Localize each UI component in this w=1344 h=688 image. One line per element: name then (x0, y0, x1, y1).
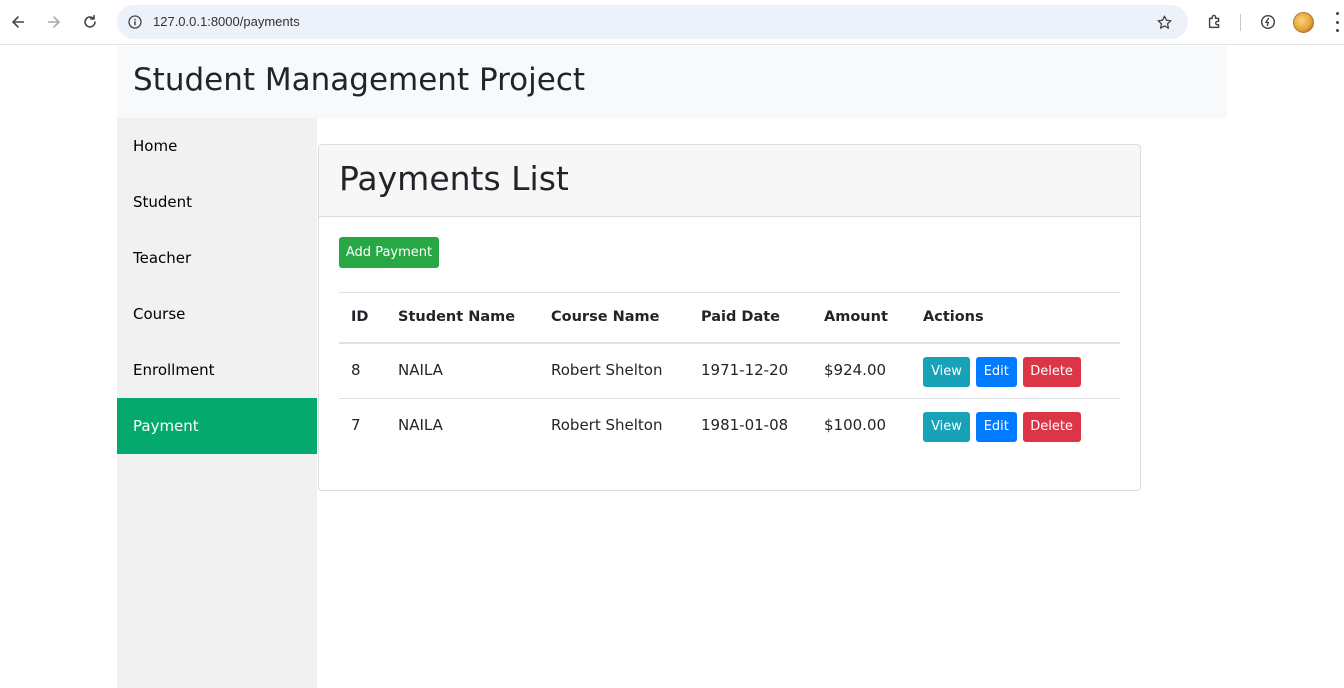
cell-amount: $924.00 (812, 342, 911, 399)
browser-menu-icon[interactable] (1334, 12, 1340, 32)
site-title: Student Management Project (133, 62, 586, 98)
bookmark-star-icon[interactable] (1154, 12, 1174, 32)
sidebar-item-teacher[interactable]: Teacher (117, 230, 317, 286)
cell-course-name: Robert Shelton (539, 342, 689, 399)
column-header-paid-date: Paid Date (689, 292, 812, 344)
profile-avatar[interactable] (1293, 12, 1314, 33)
sidebar-item-student[interactable]: Student (117, 174, 317, 230)
page-title: Payments List (339, 159, 569, 198)
table-row: 7 NAILA Robert Shelton 1981-01-08 $100.0… (339, 399, 1120, 455)
url-text[interactable]: 127.0.0.1:8000/payments (153, 14, 300, 29)
cell-actions: View Edit Delete (911, 399, 1120, 455)
sidebar: Home Student Teacher Course Enrollment P… (117, 118, 317, 688)
performance-icon[interactable] (1257, 11, 1279, 33)
browser-toolbar: 127.0.0.1:8000/payments (0, 0, 1344, 45)
forward-arrow-icon[interactable] (42, 10, 66, 34)
site-header: Student Management Project (117, 46, 1227, 118)
extensions-puzzle-icon[interactable] (1204, 11, 1226, 33)
delete-button[interactable]: Delete (1022, 412, 1081, 442)
delete-button[interactable]: Delete (1022, 356, 1081, 387)
sidebar-item-course[interactable]: Course (117, 286, 317, 342)
sidebar-item-payment[interactable]: Payment (117, 398, 317, 454)
back-arrow-icon[interactable] (6, 10, 30, 34)
cell-amount: $100.00 (824, 416, 887, 434)
sidebar-item-enrollment[interactable]: Enrollment (117, 342, 317, 398)
cell-id: 8 (339, 342, 386, 399)
toolbar-divider (1240, 14, 1241, 31)
view-button[interactable]: View (923, 412, 970, 442)
edit-button[interactable]: Edit (975, 356, 1017, 387)
column-header-actions: Actions (911, 292, 1120, 344)
card-header: Payments List (319, 145, 1140, 217)
payments-table: ID Student Name Course Name Paid Date Am… (339, 292, 1120, 455)
column-header-id: ID (339, 292, 386, 344)
cell-actions: View Edit Delete (911, 342, 1120, 399)
cell-id: 7 (351, 416, 361, 434)
column-header-amount: Amount (812, 292, 911, 344)
column-header-student-name: Student Name (386, 292, 539, 344)
column-header-course-name: Course Name (539, 292, 689, 344)
add-payment-button[interactable]: Add Payment (339, 237, 439, 268)
cell-course-name: Robert Shelton (551, 416, 663, 434)
cell-paid-date: 1981-01-08 (701, 416, 789, 434)
table-row: 8 NAILA Robert Shelton 1971-12-20 $924.0… (339, 342, 1120, 399)
site-info-icon[interactable] (126, 13, 144, 31)
cell-paid-date: 1971-12-20 (689, 342, 812, 399)
sidebar-item-home[interactable]: Home (117, 118, 317, 174)
cell-student-name: NAILA (398, 416, 443, 434)
table-header-row: ID Student Name Course Name Paid Date Am… (339, 292, 1120, 344)
view-button[interactable]: View (923, 356, 970, 387)
edit-button[interactable]: Edit (975, 412, 1017, 442)
cell-student-name: NAILA (386, 342, 539, 399)
reload-icon[interactable] (78, 10, 102, 34)
address-bar[interactable]: 127.0.0.1:8000/payments (117, 5, 1188, 39)
payments-card: Payments List Add Payment ID Student Nam… (318, 144, 1141, 491)
